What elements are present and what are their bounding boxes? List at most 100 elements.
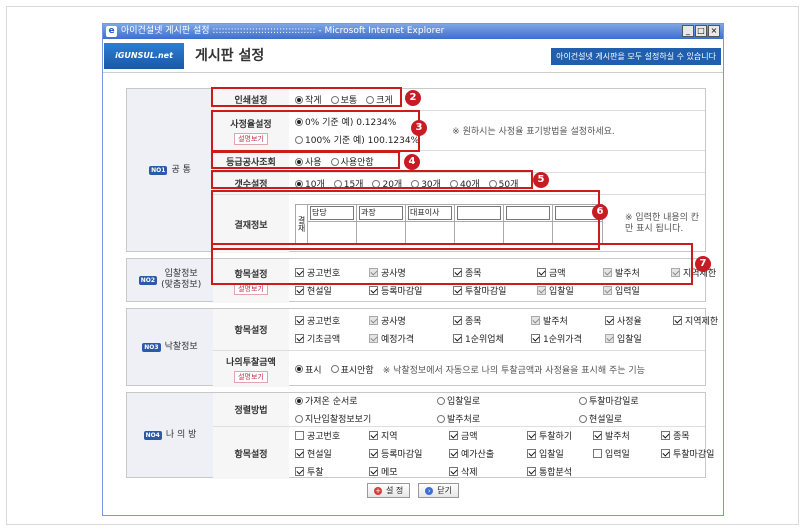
radio-icon — [437, 414, 445, 423]
my-items-checkbox[interactable]: 투찰마감일 — [661, 447, 722, 460]
approval-note: ※ 입력한 내용의 칸만 표시 됩니다. — [625, 213, 700, 234]
arrow-icon: › — [425, 486, 434, 495]
my-items-checkbox[interactable]: 예가산출 — [449, 447, 512, 460]
my-items-checkbox[interactable]: 투찰 — [295, 465, 354, 478]
checkbox-icon — [673, 316, 682, 325]
plus-icon: + — [374, 486, 382, 495]
award-items-checkbox[interactable]: 1순위업체 — [453, 332, 516, 345]
award-items-checkbox[interactable]: 공고번호 — [295, 314, 354, 327]
checkbox-icon — [295, 334, 304, 343]
section-title: 입찰정보 — [164, 269, 198, 279]
checkbox-icon — [295, 430, 304, 440]
maximize-button[interactable]: □ — [695, 25, 707, 37]
award-items-checkbox[interactable]: 종목 — [453, 314, 516, 327]
my-items-checkbox[interactable]: 투찰하기 — [527, 429, 578, 442]
my-items-checkbox[interactable]: 지역 — [369, 429, 434, 442]
award-items-checkbox[interactable]: 지역제한 — [673, 314, 723, 327]
minimize-button[interactable]: _ — [682, 25, 694, 37]
my-items-checkbox[interactable]: 발주처 — [593, 429, 646, 442]
my-items-checkbox[interactable]: 등록마감일 — [369, 447, 434, 460]
section-title: 공 통 — [171, 164, 191, 175]
sort-radio[interactable]: 발주처로 — [437, 412, 564, 425]
bid-items-checkbox[interactable]: 입찰일 — [537, 284, 588, 297]
checkbox-icon — [593, 448, 602, 458]
checkbox-icon — [661, 430, 670, 440]
my-items-checkbox[interactable]: 현설일 — [295, 447, 354, 460]
award-items-checkbox[interactable]: 사정율 — [605, 314, 658, 327]
highlight-print — [211, 87, 402, 107]
ie-icon: e — [106, 26, 117, 37]
checkbox-icon — [661, 448, 670, 458]
checkbox-icon — [593, 430, 602, 440]
checkbox-icon — [603, 285, 612, 295]
radio-icon — [579, 414, 587, 423]
checkbox-icon — [527, 430, 536, 440]
bid-items-checkbox[interactable]: 투찰마감일 — [453, 284, 522, 297]
my-items-checkbox[interactable]: 종목 — [661, 429, 722, 442]
checkbox-icon — [527, 448, 536, 458]
checkbox-icon — [453, 316, 462, 325]
section-award: NO3 낙찰정보 항목설정 공고번호 공사명 종목 발주처 사정율 지역제한 기초금액 예정가… — [126, 308, 718, 387]
marker-4: 4 — [404, 154, 420, 170]
section-title: 나 의 방 — [165, 429, 197, 440]
marker-6: 6 — [592, 204, 608, 220]
save-button[interactable]: + 설 정 — [367, 483, 411, 498]
section-badge: NO2 — [138, 275, 158, 285]
bid-items-checkbox[interactable]: 등록마감일 — [369, 284, 438, 297]
highlight-rate — [211, 110, 420, 152]
page-title: 게시판 설정 — [195, 48, 265, 64]
section-badge: NO4 — [143, 430, 162, 440]
my-items-checkbox[interactable]: 통합분석 — [527, 465, 578, 478]
my-items-checkbox[interactable]: 입찰일 — [527, 447, 578, 460]
close-button[interactable]: › 닫기 — [418, 483, 459, 498]
sort-radio[interactable]: 가져온 순서로 — [295, 394, 422, 407]
my-bid-desc-button[interactable]: 설명보기 — [234, 371, 268, 383]
my-items-checkbox[interactable]: 공고번호 — [295, 429, 354, 442]
my-bid-label: 나의투찰금액 — [226, 358, 276, 368]
button-bar: + 설 정 › 닫기 — [103, 483, 723, 498]
award-items-checkbox[interactable]: 1순위가격 — [531, 332, 590, 345]
radio-icon — [437, 396, 445, 405]
close-window-button[interactable]: × — [708, 25, 720, 37]
checkbox-icon — [453, 285, 462, 295]
award-items-checkbox[interactable]: 공사명 — [369, 314, 438, 327]
checkbox-icon — [449, 466, 458, 476]
igunsul-logo: iGUNSUL.net — [104, 43, 184, 69]
section-title: 낙찰정보 — [164, 341, 198, 352]
my-items-checkbox[interactable]: 삭제 — [449, 465, 512, 478]
my-items-checkbox[interactable]: 금액 — [449, 429, 512, 442]
highlight-approval — [211, 190, 600, 250]
my-bid-show-radio[interactable]: 표시 — [295, 363, 322, 376]
marker-3: 3 — [411, 120, 427, 136]
header-banner: 아이건설넷 게시판을 모두 설정하실 수 있습니다 — [551, 48, 721, 65]
sort-radio[interactable]: 투찰마감일로 — [579, 394, 690, 407]
highlight-count — [211, 170, 533, 189]
my-items-checkbox[interactable]: 입력일 — [593, 447, 646, 460]
my-items-label: 항목설정 — [213, 427, 289, 479]
checkbox-icon — [369, 430, 378, 440]
row-sort: 정렬방법 가져온 순서로 입찰일로 투찰마감일로 지난입찰정보보기 발주처로 현설일로 — [213, 393, 705, 427]
checkbox-icon — [369, 448, 378, 458]
award-items-checkbox[interactable]: 기초금액 — [295, 332, 354, 345]
award-items-checkbox[interactable]: 발주처 — [531, 314, 590, 327]
bid-items-checkbox[interactable]: 입력일 — [603, 284, 656, 297]
title-bar: e 아이건설넷 게시판 설정 :::::::::::::::::::::::::… — [103, 24, 723, 39]
award-items-checkbox[interactable]: 입찰일 — [605, 332, 658, 345]
sort-radio[interactable]: 현설일로 — [579, 412, 690, 425]
radio-icon — [330, 365, 339, 373]
section-my: NO4 나 의 방 정렬방법 가져온 순서로 입찰일로 투찰마감일로 지난입찰정보보기… — [126, 392, 714, 479]
sort-radio[interactable]: 지난입찰정보보기 — [295, 412, 422, 425]
sort-radio[interactable]: 입찰일로 — [437, 394, 564, 407]
window-title: 아이건설넷 게시판 설정 :::::::::::::::::::::::::::… — [121, 26, 445, 36]
highlight-bid-items — [211, 243, 693, 285]
radio-icon — [295, 365, 303, 373]
award-items-checkbox[interactable]: 예정가격 — [369, 332, 438, 345]
bid-items-checkbox[interactable]: 현설일 — [295, 284, 354, 297]
checkbox-icon — [605, 316, 614, 325]
checkbox-icon — [449, 448, 458, 458]
highlight-grade — [211, 151, 400, 169]
radio-icon — [295, 396, 303, 405]
radio-icon — [579, 396, 587, 405]
my-items-checkbox[interactable]: 메모 — [369, 465, 434, 478]
my-bid-hide-radio[interactable]: 표시안함 — [330, 363, 374, 376]
